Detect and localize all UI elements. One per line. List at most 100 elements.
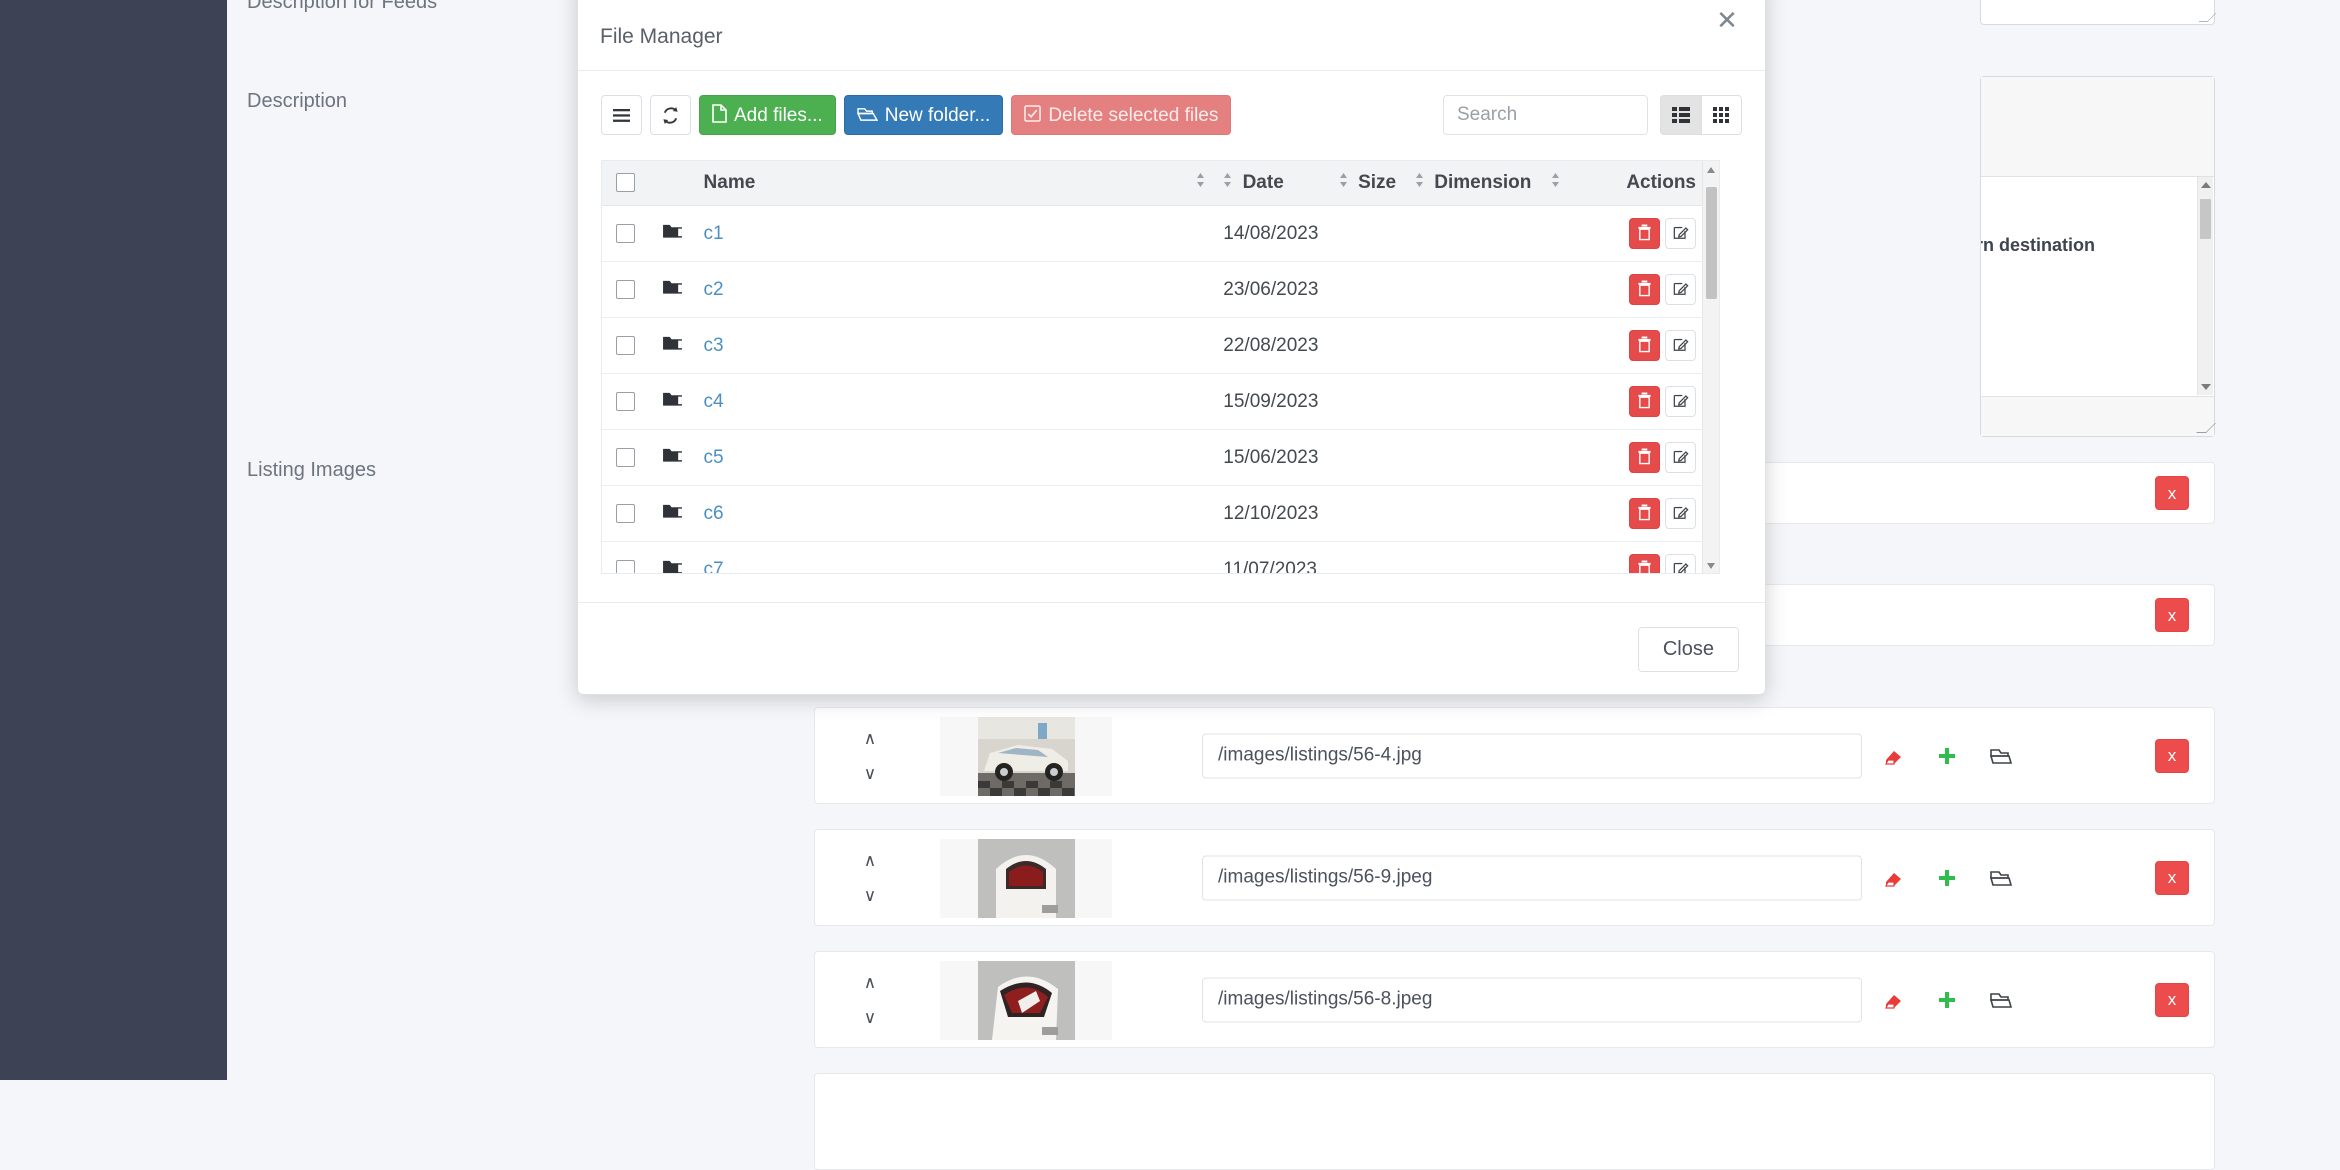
search-input[interactable] [1443, 95, 1648, 135]
delete-selected-files-button[interactable]: Delete selected files [1011, 95, 1232, 135]
close-icon[interactable]: ✕ [1707, 0, 1747, 40]
row-name-cell: c3 [695, 317, 1216, 375]
delete-file-button[interactable] [1629, 330, 1660, 362]
column-header-dimension[interactable]: Dimension [1406, 161, 1580, 207]
delete-file-button[interactable] [1629, 554, 1660, 573]
sort-icon[interactable] [1223, 172, 1232, 194]
row-type-cell [649, 485, 696, 543]
rename-file-button[interactable] [1665, 218, 1696, 250]
edit-pencil-icon [1673, 224, 1689, 243]
row-select-cell [602, 485, 650, 543]
row-checkbox[interactable] [616, 392, 636, 411]
row-dimension-cell [1406, 485, 1580, 543]
delete-file-button[interactable] [1629, 274, 1660, 306]
table-row[interactable]: c3 22/08/2023 [602, 317, 1704, 375]
trash-icon [1637, 224, 1652, 244]
row-date-cell: 12/10/2023 [1215, 485, 1331, 543]
row-type-cell [649, 373, 696, 431]
folder-icon [662, 559, 683, 573]
table-row[interactable]: c7 11/07/2023 [602, 541, 1704, 573]
scrollbar-thumb[interactable] [1706, 187, 1717, 299]
delete-selected-files-label: Delete selected files [1048, 104, 1219, 126]
rename-file-button[interactable] [1665, 554, 1696, 573]
row-select-cell [602, 205, 650, 263]
row-checkbox[interactable] [616, 448, 636, 467]
rename-file-button[interactable] [1665, 330, 1696, 362]
rename-file-button[interactable] [1665, 498, 1696, 530]
trash-icon [1637, 280, 1652, 300]
row-checkbox[interactable] [616, 224, 636, 243]
row-name-cell: c1 [695, 205, 1216, 263]
row-actions-cell [1579, 205, 1704, 263]
row-name-cell: c2 [695, 261, 1216, 319]
row-date-cell: 15/09/2023 [1215, 373, 1331, 431]
row-size-cell [1330, 317, 1407, 375]
file-name-link[interactable]: c6 [704, 503, 724, 524]
column-header-size[interactable]: Size [1330, 161, 1407, 207]
sort-icon[interactable] [1339, 172, 1348, 194]
list-view-icon[interactable] [1660, 95, 1701, 135]
row-dimension-cell [1406, 429, 1580, 487]
rename-file-button[interactable] [1665, 386, 1696, 418]
row-dimension-cell [1406, 205, 1580, 263]
folder-icon [662, 447, 683, 468]
scroll-down-arrow-icon[interactable] [1707, 563, 1715, 569]
folder-icon [662, 223, 683, 244]
trash-icon [1637, 392, 1652, 412]
column-label-date: Date [1242, 172, 1284, 194]
row-checkbox[interactable] [616, 280, 636, 299]
delete-file-button[interactable] [1629, 218, 1660, 250]
file-list-container: Name Date Size Dimension Actions c1 14/0… [601, 160, 1720, 574]
file-name-link[interactable]: c1 [704, 223, 724, 244]
table-row[interactable]: c6 12/10/2023 [602, 485, 1704, 543]
row-size-cell [1330, 373, 1407, 431]
modal-header: File Manager ✕ [578, 0, 1765, 71]
delete-file-button[interactable] [1629, 386, 1660, 418]
row-type-cell [649, 429, 696, 487]
table-header-row: Name Date Size Dimension Actions [602, 161, 1704, 207]
file-name-link[interactable]: c7 [704, 559, 724, 573]
row-checkbox[interactable] [616, 560, 636, 573]
sort-icon[interactable] [1551, 172, 1560, 194]
file-name-link[interactable]: c4 [704, 391, 724, 412]
new-folder-button[interactable]: New folder... [843, 95, 1004, 135]
folder-open-icon [856, 105, 878, 126]
row-dimension-cell [1406, 261, 1580, 319]
column-header-name[interactable]: Name [695, 161, 1216, 207]
add-files-button[interactable]: Add files... [699, 95, 836, 135]
sort-icon[interactable] [1415, 172, 1424, 194]
row-select-cell [602, 373, 650, 431]
folder-icon [662, 503, 683, 524]
table-row[interactable]: c5 15/06/2023 [602, 429, 1704, 487]
select-all-checkbox[interactable] [616, 173, 636, 193]
file-list-scrollbar[interactable] [1702, 161, 1719, 573]
folder-icon [662, 335, 683, 356]
table-row[interactable]: c1 14/08/2023 [602, 205, 1704, 263]
toolbar-left-group: Add files... New folder... Delete select… [601, 95, 1232, 135]
refresh-icon[interactable] [650, 95, 691, 135]
rename-file-button[interactable] [1665, 274, 1696, 306]
file-name-link[interactable]: c5 [704, 447, 724, 468]
row-name-cell: c7 [695, 541, 1216, 573]
add-files-label: Add files... [734, 104, 823, 126]
delete-file-button[interactable] [1629, 442, 1660, 474]
file-name-link[interactable]: c2 [704, 279, 724, 300]
column-header-date[interactable]: Date [1215, 161, 1331, 207]
row-date-cell: 23/06/2023 [1215, 261, 1331, 319]
table-row[interactable]: c2 23/06/2023 [602, 261, 1704, 319]
sort-icon[interactable] [1196, 172, 1205, 194]
delete-file-button[interactable] [1629, 498, 1660, 530]
file-name-link[interactable]: c3 [704, 335, 724, 356]
hamburger-icon[interactable] [601, 95, 642, 135]
row-size-cell [1330, 429, 1407, 487]
rename-file-button[interactable] [1665, 442, 1696, 474]
close-button[interactable]: Close [1637, 627, 1739, 672]
row-checkbox[interactable] [616, 504, 636, 523]
table-row[interactable]: c4 15/09/2023 [602, 373, 1704, 431]
row-name-cell: c5 [695, 429, 1216, 487]
row-size-cell [1330, 541, 1407, 573]
scroll-up-arrow-icon[interactable] [1707, 167, 1715, 173]
row-checkbox[interactable] [616, 336, 636, 355]
row-name-cell: c4 [695, 373, 1216, 431]
grid-view-icon[interactable] [1701, 95, 1742, 135]
